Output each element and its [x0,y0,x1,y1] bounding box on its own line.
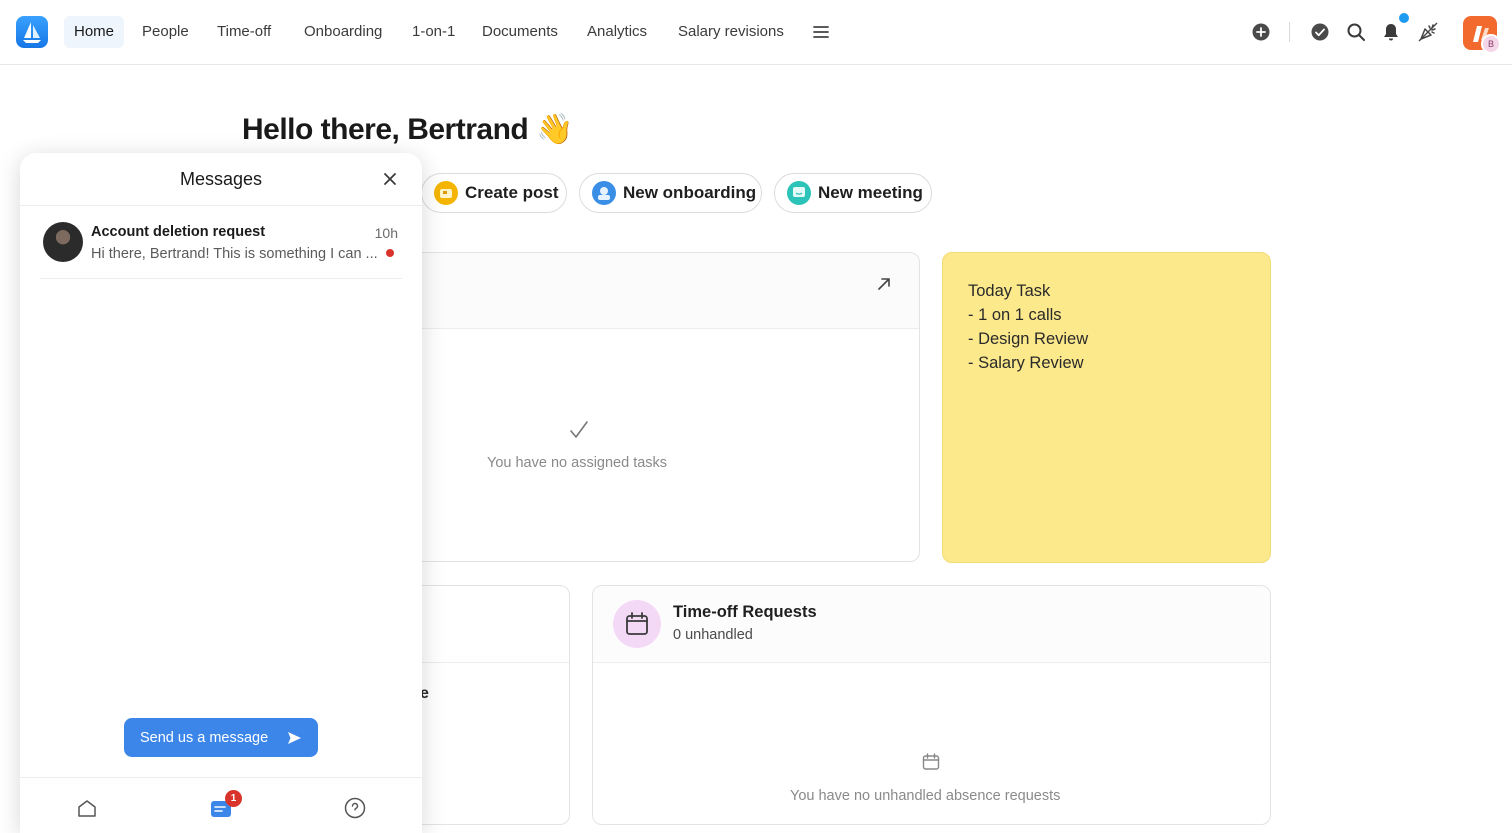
secondary-card [400,585,570,825]
tasks-card: You have no assigned tasks [400,252,920,562]
notification-dot [1399,13,1409,23]
new-meeting-label: New meeting [818,183,923,202]
note-line: - Design Review [968,330,1089,348]
sticky-note[interactable]: Today Task - 1 on 1 calls - Design Revie… [942,252,1271,563]
new-meeting-button[interactable]: New meeting [774,173,932,213]
top-navigation-bar: Home People Time-off Onboarding 1-on-1 D… [0,0,1512,65]
create-post-button[interactable]: Create post [421,173,567,213]
time-off-empty-text: You have no unhandled absence requests [790,788,1061,804]
panel-footer-divider [20,777,422,778]
new-meeting-icon [787,181,811,205]
create-post-label: Create post [465,183,559,202]
new-onboarding-icon [592,181,616,205]
nav-analytics[interactable]: Analytics [577,16,657,48]
messages-count-badge: 1 [225,790,242,807]
time-off-avatar [613,600,661,648]
send-message-button[interactable]: Send us a message [124,718,318,757]
secondary-card-header [401,586,569,663]
messages-panel: Messages Account deletion request 10h Hi… [20,153,422,833]
calendar-icon [626,612,648,635]
conversation-item[interactable]: Account deletion request 10h Hi there, B… [40,218,402,279]
time-off-subtitle: 0 unhandled [673,627,753,643]
add-circle-icon[interactable] [1251,22,1271,42]
conversation-title: Account deletion request [91,224,266,240]
nav-people[interactable]: People [132,16,199,48]
nav-home[interactable]: Home [64,16,125,48]
nav-1-on-1[interactable]: 1-on-1 [402,16,465,48]
note-line: - Salary Review [968,354,1084,372]
bell-icon[interactable] [1381,22,1401,42]
send-message-label: Send us a message [140,729,269,746]
home-icon[interactable] [76,797,98,819]
create-post-icon [434,181,458,205]
calendar-empty-icon [922,753,940,770]
close-icon[interactable] [381,170,399,188]
sailboat-logo-icon [23,22,41,43]
new-onboarding-button[interactable]: New onboarding [579,173,762,213]
nav-documents[interactable]: Documents [472,16,568,48]
page-greeting: Hello there, Bertrand 👋 [242,113,573,146]
nav-salary-revisions[interactable]: Salary revisions [668,16,794,48]
note-line: - 1 on 1 calls [968,306,1062,324]
sender-avatar [43,222,83,262]
nav-onboarding[interactable]: Onboarding [294,16,392,48]
panel-divider [20,205,422,206]
time-off-card-header: Time-off Requests 0 unhandled [593,586,1270,663]
app-logo[interactable] [16,16,48,48]
user-avatar-initial: B [1481,34,1501,54]
tasks-card-header [401,253,919,329]
nav-time-off[interactable]: Time-off [207,16,281,48]
send-icon [288,732,301,744]
toolbar-divider [1289,22,1290,42]
search-icon[interactable] [1346,22,1366,42]
open-arrow-icon[interactable] [875,275,893,293]
conversation-time: 10h [374,225,398,241]
tasks-empty-text: You have no assigned tasks [487,455,668,471]
time-off-title: Time-off Requests [673,603,817,621]
conversation-preview: Hi there, Bertrand! This is something I … [91,246,378,262]
messages-title: Messages [179,169,263,189]
new-onboarding-label: New onboarding [623,183,757,202]
note-line: Today Task [968,282,1051,300]
check-circle-icon[interactable] [1310,22,1330,42]
checkmark-icon [570,421,588,438]
unread-indicator [386,249,394,257]
celebration-icon[interactable] [1418,22,1438,42]
help-icon[interactable] [344,797,366,819]
time-off-requests-card: Time-off Requests 0 unhandled You have n… [592,585,1271,825]
company-avatar[interactable]: B [1463,16,1501,54]
menu-icon[interactable] [811,22,831,42]
